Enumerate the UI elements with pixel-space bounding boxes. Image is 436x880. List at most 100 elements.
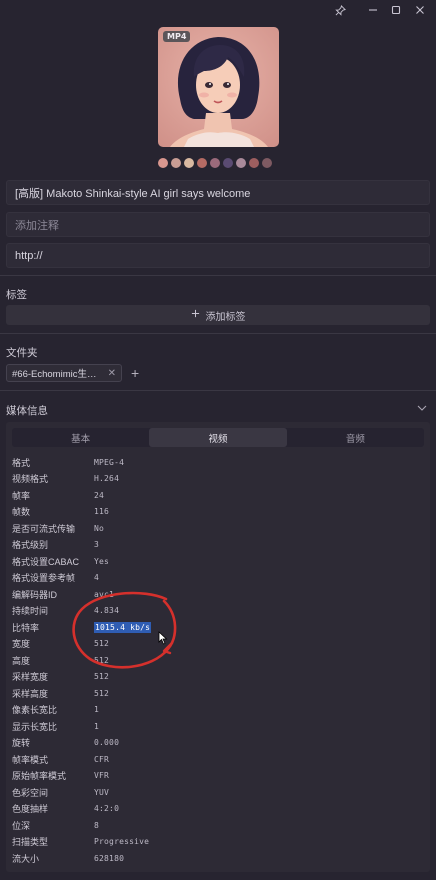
media-info-key: 格式设置CABAC: [12, 556, 80, 567]
media-info-value[interactable]: CFR: [94, 755, 109, 764]
media-info-key: 格式设置参考帧: [12, 573, 76, 584]
pin-icon[interactable]: [333, 3, 347, 17]
add-tag-button[interactable]: 添加标签: [6, 305, 430, 325]
media-info-value[interactable]: 512: [94, 672, 109, 681]
folder-label: 文件夹: [6, 347, 38, 359]
media-info-value[interactable]: 4:2:0: [94, 804, 119, 813]
media-info-value[interactable]: H.264: [94, 474, 119, 483]
media-info-value[interactable]: VFR: [94, 771, 109, 780]
media-info-key: 旋转: [12, 738, 31, 749]
color-swatch[interactable]: [158, 158, 168, 168]
tab-basic[interactable]: 基本: [12, 428, 149, 447]
media-info-value[interactable]: Progressive: [94, 837, 149, 846]
media-info-key: 显示长宽比: [12, 721, 58, 732]
close-icon[interactable]: [413, 3, 427, 17]
title-bar: [0, 0, 436, 20]
color-swatch[interactable]: [184, 158, 194, 168]
media-info-row: 显示长宽比 1: [6, 718, 430, 735]
media-info-value[interactable]: 4.834: [94, 606, 119, 615]
color-swatch[interactable]: [236, 158, 246, 168]
media-info-row: 原始帧率模式 VFR: [6, 768, 430, 785]
media-info-value[interactable]: 24: [94, 491, 104, 500]
media-info-value[interactable]: 512: [94, 689, 109, 698]
color-swatch[interactable]: [171, 158, 181, 168]
media-info-key: 原始帧率模式: [12, 771, 67, 782]
media-info-value[interactable]: 1: [94, 705, 99, 714]
media-tabs: 基本 视频 音频: [12, 428, 424, 447]
media-info-value[interactable]: 3: [94, 540, 99, 549]
media-info-key: 帧率模式: [12, 754, 49, 765]
media-info-key: 帧数: [12, 507, 31, 518]
media-info-row: 色彩空间 YUV: [6, 784, 430, 801]
media-info-key: 流大小: [12, 853, 40, 864]
video-thumbnail[interactable]: [158, 27, 279, 147]
media-info-row: 位深 8: [6, 817, 430, 834]
media-info-row: 帧数 116: [6, 504, 430, 521]
media-info-row: 编解码器ID avc1: [6, 586, 430, 603]
media-info-value[interactable]: 512: [94, 639, 109, 648]
media-info-row: 比特率 1015.4 kb/s: [6, 619, 430, 636]
media-info-value[interactable]: No: [94, 524, 104, 533]
color-swatch[interactable]: [249, 158, 259, 168]
media-info-value[interactable]: 0.000: [94, 738, 119, 747]
media-info-row: 旋转 0.000: [6, 735, 430, 752]
media-info-value[interactable]: MPEG-4: [94, 458, 124, 467]
divider: [0, 390, 436, 391]
color-palette: [158, 158, 272, 168]
media-info-row: 帧率模式 CFR: [6, 751, 430, 768]
name-field[interactable]: [高版] Makoto Shinkai-style AI girl says w…: [6, 180, 430, 205]
media-info-row: 视频格式 H.264: [6, 471, 430, 488]
url-field[interactable]: http://: [6, 243, 430, 268]
media-info-key: 视频格式: [12, 474, 49, 485]
media-info-row: 格式 MPEG-4: [6, 454, 430, 471]
media-info-key: 采样宽度: [12, 672, 49, 683]
media-info-row: 流大小 628180: [6, 850, 430, 867]
media-info-key: 色度抽样: [12, 804, 49, 815]
minimize-icon[interactable]: [366, 3, 380, 17]
media-info-value[interactable]: 1: [94, 722, 99, 731]
folder-chip[interactable]: #66-Echomimic生成数字人 ✕: [6, 364, 122, 382]
media-info-value[interactable]: Yes: [94, 557, 109, 566]
media-info-value[interactable]: 116: [94, 507, 109, 516]
media-info-value[interactable]: avc1: [94, 590, 114, 599]
media-info-value[interactable]: 512: [94, 656, 109, 665]
format-badge: MP4: [163, 31, 191, 42]
annotation-field[interactable]: 添加注释: [6, 212, 430, 237]
media-info-key: 高度: [12, 655, 31, 666]
color-swatch[interactable]: [223, 158, 233, 168]
media-info-key: 扫描类型: [12, 837, 49, 848]
tags-label: 标签: [6, 289, 27, 301]
chevron-down-icon[interactable]: [416, 402, 428, 414]
media-info-value[interactable]: 1015.4 kb/s: [94, 621, 152, 633]
divider: [0, 333, 436, 334]
folder-chip-label: #66-Echomimic生成数字人: [12, 369, 104, 380]
color-swatch[interactable]: [197, 158, 207, 168]
media-info-label: 媒体信息: [6, 405, 48, 417]
media-info-row: 格式级别 3: [6, 537, 430, 554]
media-info-key: 是否可流式传输: [12, 523, 76, 534]
tab-video[interactable]: 视频: [149, 428, 287, 447]
plus-icon[interactable]: +: [131, 365, 139, 381]
color-swatch[interactable]: [210, 158, 220, 168]
media-info-value[interactable]: 8: [94, 821, 99, 830]
media-info-row: 帧率 24: [6, 487, 430, 504]
media-info-row: 色度抽样 4:2:0: [6, 801, 430, 818]
media-info-key: 比特率: [12, 622, 40, 633]
close-icon[interactable]: ✕: [108, 368, 116, 379]
media-info-value[interactable]: 4: [94, 573, 99, 582]
media-info-key: 宽度: [12, 639, 31, 650]
media-info-key: 位深: [12, 820, 31, 831]
tab-audio[interactable]: 音频: [287, 428, 424, 447]
mouse-cursor: [158, 631, 168, 645]
media-info-value[interactable]: YUV: [94, 788, 109, 797]
media-info-row: 是否可流式传输 No: [6, 520, 430, 537]
color-swatch[interactable]: [262, 158, 272, 168]
media-info-key: 像素长宽比: [12, 705, 58, 716]
media-info-row: 扫描类型 Progressive: [6, 834, 430, 851]
maximize-icon[interactable]: [389, 3, 403, 17]
media-info-row: 格式设置CABAC Yes: [6, 553, 430, 570]
media-info-key: 编解码器ID: [12, 589, 58, 600]
media-info-row: 采样高度 512: [6, 685, 430, 702]
media-info-value[interactable]: 628180: [94, 854, 124, 863]
plus-icon: [191, 309, 200, 321]
